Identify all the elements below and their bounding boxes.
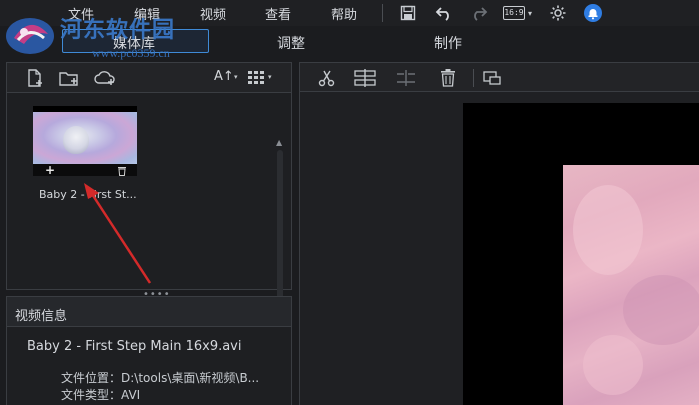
preview-video-frame <box>563 165 699 405</box>
info-location-label: 文件位置： <box>61 371 122 385</box>
info-panel-title: 视频信息 <box>15 309 68 324</box>
frame-shadow <box>623 275 699 345</box>
picture-in-picture-icon[interactable] <box>482 68 502 92</box>
frame-highlight <box>573 185 643 275</box>
detach-audio-icon[interactable] <box>395 68 417 92</box>
edit-toolbar <box>299 62 699 92</box>
trim-icon[interactable] <box>353 68 377 92</box>
info-type-label: 文件类型： <box>61 388 122 402</box>
info-header: 视频信息 <box>7 297 291 327</box>
video-info-panel: 视频信息 Baby 2 - First Step Main 16x9.avi 文… <box>6 296 292 405</box>
split-scissors-icon[interactable] <box>317 68 337 92</box>
info-type-value: AVI <box>121 388 141 402</box>
info-filename: Baby 2 - First Step Main 16x9.avi <box>27 339 242 354</box>
toolbar-separator <box>473 69 474 87</box>
info-row-type: 文件类型：AVI <box>61 386 140 403</box>
info-row-location: 文件位置：D:\tools\桌面\新视频\B... <box>61 369 259 386</box>
delete-clip-icon[interactable] <box>440 68 456 92</box>
frame-highlight-lower <box>583 335 643 395</box>
info-location-value: D:\tools\桌面\新视频\B... <box>121 371 260 385</box>
